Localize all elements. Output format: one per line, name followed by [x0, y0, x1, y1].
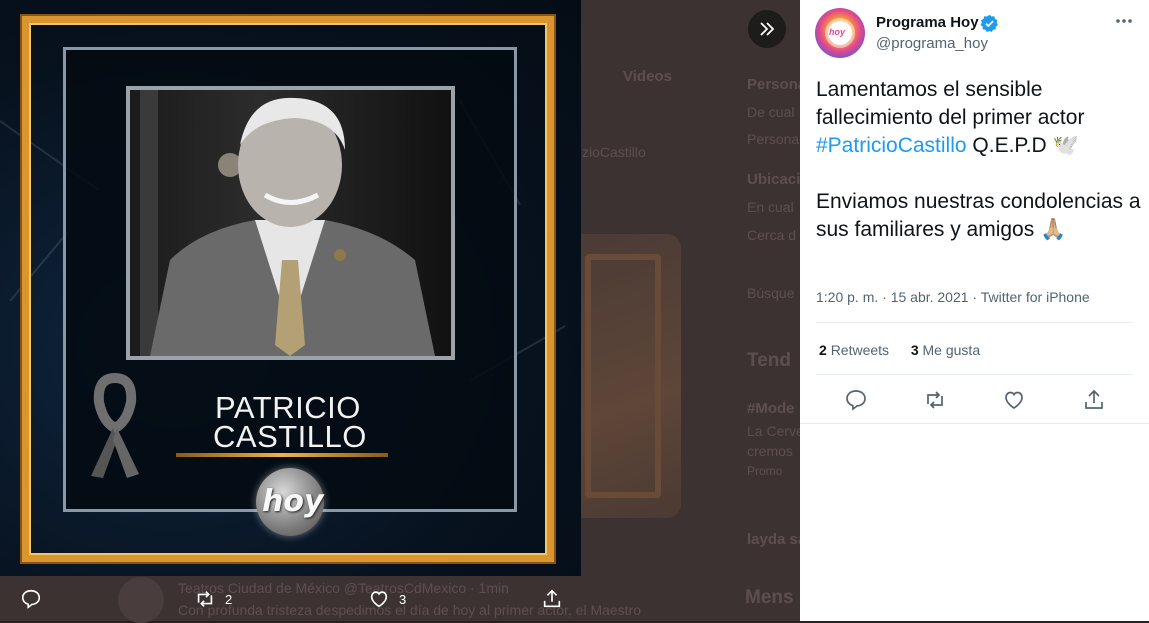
media-like-button[interactable]: 3 — [368, 588, 406, 610]
bg-card-image — [565, 234, 681, 518]
bg-text: layda sa — [747, 531, 800, 548]
tweet-paragraph-2: Enviamos nuestras condolencias a sus fam… — [816, 190, 1141, 241]
divider — [816, 322, 1133, 323]
portrait-photo — [126, 86, 455, 360]
verified-badge-icon — [980, 14, 998, 32]
tweet-stats: 2 Retweets 3 Me gusta — [819, 342, 980, 358]
bg-tab-videos: Videos — [623, 68, 672, 85]
tweet-timestamp[interactable]: 1:20 p. m. · 15 abr. 2021 · Twitter for … — [816, 289, 1090, 305]
media-share-button[interactable] — [541, 588, 563, 610]
heart-icon — [370, 591, 388, 608]
share-icon — [543, 589, 561, 608]
mourning-ribbon-icon — [91, 372, 139, 478]
bg-text: Mens — [745, 587, 794, 608]
share-icon[interactable] — [1082, 388, 1106, 412]
media-like-count: 3 — [399, 591, 407, 607]
bg-text: #Mode — [747, 400, 795, 417]
bg-text: En cual — [747, 199, 794, 215]
media-retweet-button[interactable]: 2 — [194, 588, 232, 610]
tweet-paragraph: Lamentamos el sensible fallecimiento del… — [816, 76, 1141, 160]
reply-icon — [21, 589, 41, 609]
bg-text: Ubicaci — [747, 171, 800, 188]
divider — [816, 374, 1133, 375]
bg-text: La Cerve — [747, 423, 800, 439]
heart-icon[interactable] — [1002, 388, 1026, 412]
bg-text: Búsque — [747, 285, 795, 301]
likes-count[interactable]: 3 — [911, 342, 919, 358]
bg-text: Tend — [747, 350, 791, 371]
retweet-icon — [197, 591, 213, 607]
bg-text: De cual — [747, 104, 795, 120]
divider — [800, 423, 1149, 424]
bg-text: Persona — [747, 76, 800, 93]
retweet-icon[interactable] — [923, 388, 947, 412]
name-line-last: CASTILLO — [213, 419, 367, 454]
retweets-label[interactable]: Retweets — [831, 342, 889, 358]
tweet-media-image[interactable]: PATRICIO CASTILLO hoy — [0, 0, 581, 576]
bg-text: Promo — [747, 464, 783, 478]
media-retweet-count: 2 — [225, 591, 233, 607]
display-name[interactable]: Programa Hoy — [876, 14, 979, 31]
retweets-count[interactable]: 2 — [819, 342, 827, 358]
bg-avatar — [118, 577, 164, 623]
bg-text: zioCastillo — [582, 144, 646, 160]
tweet-text-line: Lamentamos el sensible fallecimiento del… — [816, 78, 1085, 129]
tweet-text: Lamentamos el sensible fallecimiento del… — [816, 76, 1141, 244]
avatar-logo-text: hoy — [829, 27, 846, 37]
user-handle[interactable]: @programa_hoy — [876, 35, 988, 52]
bg-text: cremos — [747, 443, 793, 459]
bg-text: Persona — [747, 131, 800, 147]
double-chevron-right-icon — [760, 22, 775, 36]
bg-tweet-body: Con profunda tristeza despedimos el día … — [178, 602, 642, 618]
hoy-logo-text: hoy — [262, 484, 324, 519]
more-options-icon[interactable] — [1113, 11, 1135, 31]
toggle-panel-button[interactable] — [748, 10, 786, 48]
reply-icon[interactable] — [844, 388, 868, 412]
tweet-text-end: Q.E.P.D 🕊️ — [966, 134, 1079, 157]
likes-label[interactable]: Me gusta — [923, 342, 981, 358]
hashtag-link[interactable]: #PatricioCastillo — [816, 134, 967, 157]
gold-underline — [176, 453, 388, 457]
bg-text: Cerca d — [747, 227, 797, 243]
media-reply-button[interactable] — [20, 588, 42, 610]
